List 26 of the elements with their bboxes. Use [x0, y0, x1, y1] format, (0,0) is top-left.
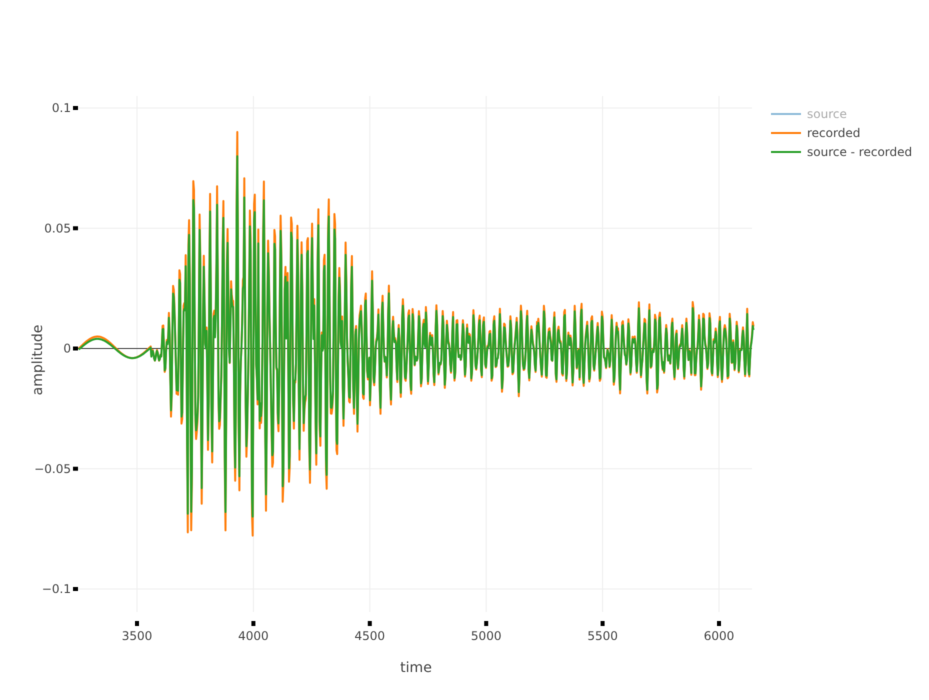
tick-mark	[251, 621, 256, 626]
tick-mark	[73, 346, 78, 350]
tick-mark	[484, 621, 488, 626]
tick-mark	[717, 621, 721, 626]
tick-label: 4000	[238, 629, 269, 643]
tick-label: 0	[63, 342, 71, 356]
tick-mark	[135, 621, 139, 626]
legend-label[interactable]: recorded	[807, 126, 860, 140]
tick-mark	[600, 621, 605, 626]
tick-label: 5000	[470, 629, 502, 643]
tick-label: 5500	[587, 629, 618, 643]
tick-mark	[73, 587, 78, 591]
tick-mark	[368, 621, 372, 626]
axis-title: amplitude	[30, 324, 46, 396]
tick-label: 0.1	[52, 101, 71, 115]
axis-title: time	[400, 660, 432, 676]
tick-label: 0.05	[44, 221, 71, 236]
tick-label: 3500	[122, 629, 152, 643]
tick-label: −0.1	[42, 582, 71, 596]
tick-mark	[73, 466, 78, 471]
tick-label: 6000	[704, 629, 734, 643]
tick-label: −0.05	[34, 462, 71, 476]
tick-label: 4500	[354, 629, 386, 643]
tick-mark	[73, 106, 78, 110]
legend-label[interactable]: source - recorded	[807, 145, 912, 159]
tick-mark	[73, 226, 78, 230]
